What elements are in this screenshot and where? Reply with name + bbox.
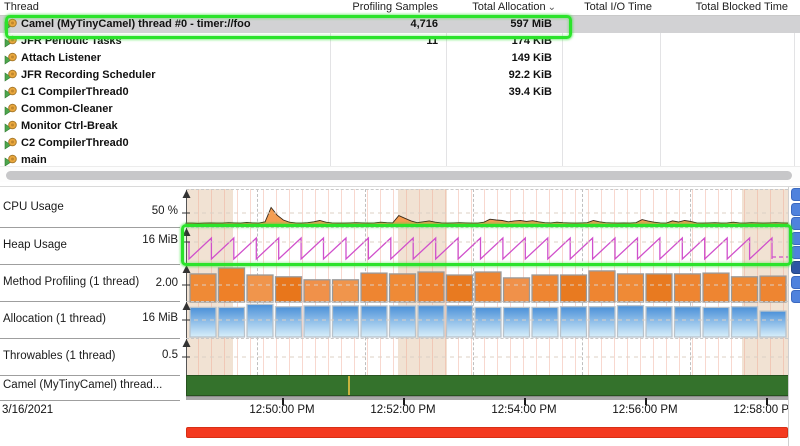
row-separator: [0, 375, 180, 376]
column-header-profiling-samples[interactable]: Profiling Samples: [332, 0, 444, 16]
total-allocation-cell: 597 MiB: [448, 16, 556, 33]
row-visibility-icon[interactable]: [791, 232, 800, 245]
allocation-chart[interactable]: [186, 301, 788, 338]
table-row[interactable]: Common-Cleaner: [0, 101, 800, 118]
table-row[interactable]: C1 CompilerThread0 39.4 KiB: [0, 84, 800, 101]
throwables-chart[interactable]: [186, 338, 788, 375]
thread-icon: [4, 137, 18, 150]
cpu-usage-chart[interactable]: [186, 189, 788, 227]
date-label: 3/16/2021: [2, 404, 53, 416]
table-row[interactable]: main: [0, 152, 800, 166]
profiling-samples-cell: 11: [332, 33, 444, 50]
table-horizontal-scrollbar[interactable]: [6, 171, 792, 180]
thread-icon: [4, 52, 18, 65]
timeline-row-header[interactable]: Camel (MyTinyCamel) thread...: [0, 375, 186, 396]
row-separator: [0, 338, 180, 339]
row-visibility-icon[interactable]: [791, 188, 800, 201]
thread-icon: [4, 69, 18, 82]
time-tick-label: 12:52:00 PM: [358, 404, 448, 416]
row-visibility-icon[interactable]: [791, 290, 800, 303]
thread-name: Monitor Ctrl-Break: [21, 118, 118, 135]
table-row[interactable]: JFR Periodic Tasks 11174 KiB: [0, 33, 800, 50]
row-separator: [0, 227, 180, 228]
row-separator: [0, 264, 180, 265]
thread-icon: [4, 154, 18, 166]
timeline-row-header[interactable]: Method Profiling (1 thread)2.00: [0, 264, 186, 301]
table-row[interactable]: Monitor Ctrl-Break: [0, 118, 800, 135]
timeline-row-header[interactable]: CPU Usage50 %: [0, 189, 186, 227]
axis-scale-value: 16 MiB: [0, 312, 178, 324]
row-visibility-icon[interactable]: [791, 217, 800, 230]
thread-icon: [4, 120, 18, 133]
table-row[interactable]: JFR Recording Scheduler 92.2 KiB: [0, 67, 800, 84]
column-header-total-allocation[interactable]: Total Allocation⌄: [448, 0, 558, 16]
total-allocation-cell: 39.4 KiB: [448, 84, 556, 101]
table-scrollbar-track: [0, 166, 800, 182]
time-tick-label: 12:54:00 PM: [479, 404, 569, 416]
thread-name: JFR Periodic Tasks: [21, 33, 122, 50]
profiling-samples-cell: 4,716: [332, 16, 444, 33]
axis-scale-value: 50 %: [0, 205, 178, 217]
column-header-total-io-time[interactable]: Total I/O Time: [566, 0, 656, 16]
row-visibility-icon[interactable]: [791, 203, 800, 216]
total-allocation-cell: 149 KiB: [448, 50, 556, 67]
timeline-row-header[interactable]: Allocation (1 thread)16 MiB: [0, 301, 186, 338]
heap-usage-chart[interactable]: [186, 227, 788, 264]
time-axis-ruler: [186, 396, 800, 400]
thread-name: C1 CompilerThread0: [21, 84, 129, 101]
thread-icon: [4, 86, 18, 99]
method-profiling-chart[interactable]: [186, 264, 788, 301]
row-separator: [0, 301, 180, 302]
thread-icon: [4, 18, 18, 31]
timeline-panel: CPU Usage50 %Heap Usage16 MiBMethod Prof…: [0, 186, 800, 446]
thread-name: Attach Listener: [21, 50, 101, 67]
event-marker-line: [348, 376, 350, 395]
table-row[interactable]: C2 CompilerThread0: [0, 135, 800, 152]
thread-icon: [4, 103, 18, 116]
time-tick-label: 12:50:00 PM: [237, 404, 327, 416]
axis-scale-value: 0.5: [0, 349, 178, 361]
column-header-thread[interactable]: Thread: [4, 0, 39, 16]
column-header-label: Total Allocation: [472, 1, 545, 13]
timeline-scrollbar[interactable]: [186, 427, 788, 438]
total-allocation-cell: 174 KiB: [448, 33, 556, 50]
sort-descending-icon: ⌄: [548, 2, 556, 13]
table-header: Thread Profiling Samples Total Allocatio…: [0, 0, 800, 16]
thread-name: C2 CompilerThread0: [21, 135, 129, 152]
column-header-total-blocked-time[interactable]: Total Blocked Time: [662, 0, 792, 16]
table-row[interactable]: Camel (MyTinyCamel) thread #0 - timer://…: [0, 16, 800, 33]
table-body: Camel (MyTinyCamel) thread #0 - timer://…: [0, 0, 800, 166]
time-axis: 3/16/2021 12:50:00 PM 12:52:00 PM 12:54:00…: [0, 404, 800, 420]
row-visibility-icon[interactable]: [791, 261, 800, 274]
thread-icon: [4, 35, 18, 48]
right-icon-strip: [788, 187, 800, 446]
timeline-row-header[interactable]: Throwables (1 thread)0.5: [0, 338, 186, 375]
table-row[interactable]: Attach Listener 149 KiB: [0, 50, 800, 67]
timeline-row-label: Camel (MyTinyCamel) thread...: [3, 379, 162, 391]
thread-name: main: [21, 152, 47, 166]
axis-scale-value: 2.00: [0, 277, 178, 289]
profiler-window: Thread Profiling Samples Total Allocatio…: [0, 0, 800, 446]
row-visibility-icon[interactable]: [791, 246, 800, 259]
threads-table: Thread Profiling Samples Total Allocatio…: [0, 0, 800, 182]
total-allocation-cell: 92.2 KiB: [448, 67, 556, 84]
row-separator: [0, 400, 180, 401]
time-tick-label: 12:56:00 PM: [600, 404, 690, 416]
row-visibility-icon[interactable]: [791, 276, 800, 289]
timeline-row-header[interactable]: Heap Usage16 MiB: [0, 227, 186, 264]
thread-name: Camel (MyTinyCamel) thread #0 - timer://…: [21, 16, 251, 33]
thread-name: JFR Recording Scheduler: [21, 67, 155, 84]
thread-activity-bar[interactable]: [186, 375, 795, 396]
axis-scale-value: 16 MiB: [0, 234, 178, 246]
thread-name: Common-Cleaner: [21, 101, 113, 118]
